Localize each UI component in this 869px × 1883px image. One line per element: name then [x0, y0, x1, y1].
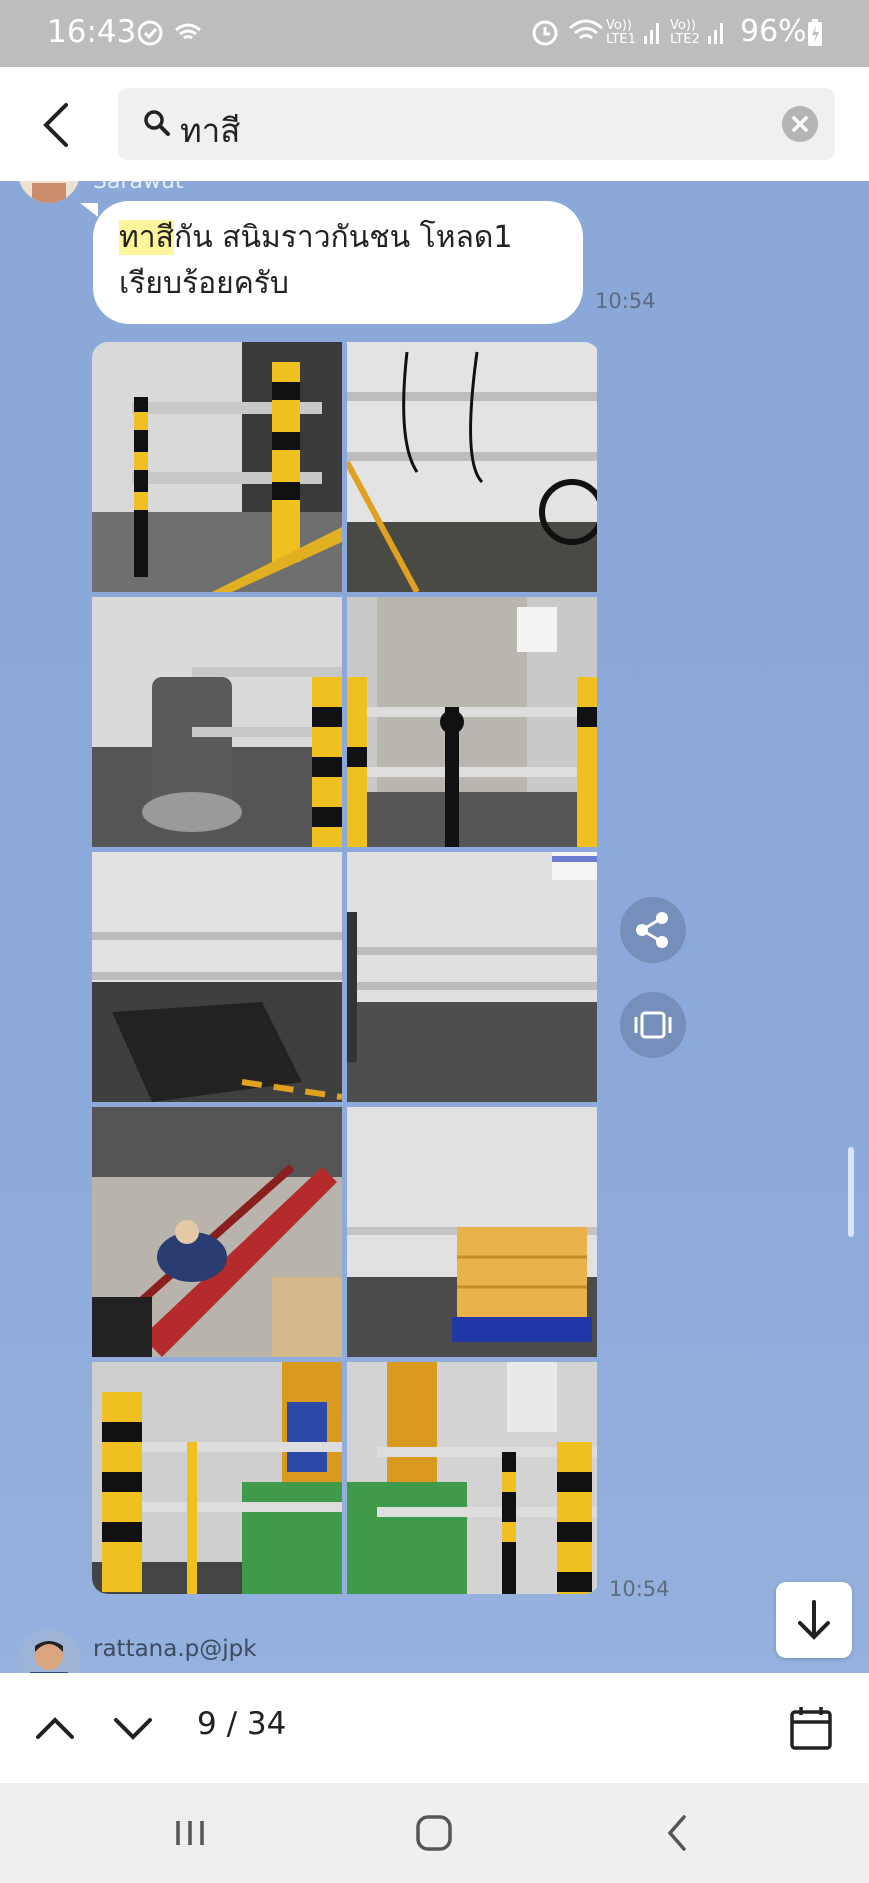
sender-name: Sarawut	[93, 181, 184, 194]
photo-4[interactable]	[347, 597, 597, 847]
message-bubble[interactable]: ทาสีกัน สนิมราวกันชน โหลด1 เรียบร้อยครับ	[93, 201, 583, 324]
message-time: 10:54	[609, 1577, 670, 1601]
search-header: ทาสี	[0, 67, 869, 181]
photo-grid	[92, 342, 600, 1594]
photo-10[interactable]	[347, 1362, 597, 1594]
photo-1[interactable]	[92, 342, 342, 592]
photo-5[interactable]	[92, 852, 342, 1102]
signal-icon-2	[706, 18, 728, 50]
gallery-icon[interactable]	[620, 992, 686, 1058]
avatar[interactable]	[18, 181, 80, 203]
sim1-label: Vo)) LTE1	[606, 18, 636, 47]
share-icon[interactable]	[620, 897, 686, 963]
home-icon[interactable]	[404, 1805, 464, 1861]
scrollbar[interactable]	[848, 1147, 854, 1237]
photo-9[interactable]	[92, 1362, 342, 1594]
message-time: 10:54	[595, 289, 656, 313]
chevron-up-icon[interactable]	[30, 1703, 80, 1753]
sender-name: rattana.p@jpk	[93, 1636, 257, 1662]
recent-apps-icon[interactable]	[160, 1805, 220, 1861]
search-highlight: ทาสี	[119, 220, 174, 255]
calendar-icon[interactable]	[786, 1703, 836, 1753]
clear-icon[interactable]	[782, 106, 818, 142]
photo-2[interactable]	[347, 342, 597, 592]
system-back-icon[interactable]	[648, 1805, 708, 1861]
photo-8[interactable]	[347, 1107, 597, 1357]
photo-3[interactable]	[92, 597, 342, 847]
bubble-tail	[80, 203, 98, 217]
system-nav-bar	[0, 1783, 869, 1883]
status-bar: 16:43 Vo)) LTE1 Vo)) LTE2 96%	[0, 0, 869, 67]
search-results-bar: 9 / 34	[0, 1673, 869, 1783]
wifi-icon	[568, 18, 604, 50]
search-input[interactable]: ทาสี	[118, 88, 835, 160]
status-app-icons	[137, 18, 208, 52]
battery-icon	[806, 18, 824, 52]
signal-icon-1	[642, 18, 664, 50]
search-icon	[142, 108, 172, 138]
avatar[interactable]	[18, 1630, 80, 1673]
result-counter: 9 / 34	[197, 1706, 287, 1742]
search-query[interactable]: ทาสี	[180, 104, 240, 157]
status-time: 16:43	[47, 14, 137, 50]
back-arrow-icon[interactable]	[30, 97, 86, 153]
alarm-icon	[530, 16, 560, 52]
sim2-label: Vo)) LTE2	[670, 18, 700, 47]
chevron-down-icon[interactable]	[108, 1703, 158, 1753]
photo-7[interactable]	[92, 1107, 342, 1357]
photo-6[interactable]	[347, 852, 597, 1102]
message-text: ทาสีกัน สนิมราวกันชน โหลด1 เรียบร้อยครับ	[119, 215, 569, 307]
message-text-rest: กัน สนิมราวกันชน โหลด1 เรียบร้อยครับ	[119, 220, 513, 301]
arrow-down-icon[interactable]	[776, 1582, 852, 1658]
chat-area[interactable]: Sarawut ทาสีกัน สนิมราวกันชน โหลด1 เรียบ…	[0, 181, 869, 1673]
battery-percent: 96%	[740, 14, 807, 49]
